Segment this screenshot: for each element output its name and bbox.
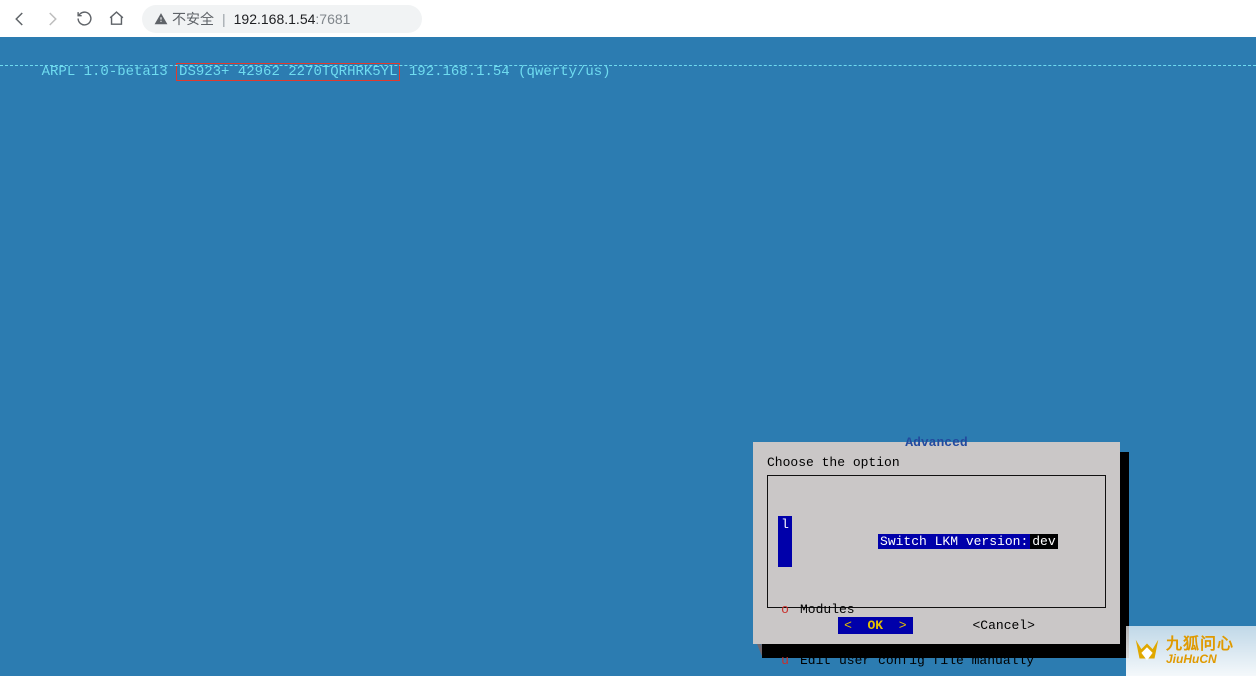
terminal-viewport[interactable]: ARPL 1.0-beta13 DS923+ 42962 2270TQRHRK5…: [0, 37, 1256, 676]
menu-label: Edit user config file manually: [800, 652, 1095, 669]
menu-label: Modules: [800, 601, 1095, 618]
dialog-buttons: < OK > <Cancel>: [753, 617, 1120, 634]
dialog-title: Advanced: [753, 434, 1120, 451]
fox-icon: [1132, 636, 1162, 666]
dialog-menu: l Switch LKM version:dev o Modules u Edi…: [767, 475, 1106, 608]
advanced-dialog: Advanced Choose the option l Switch LKM …: [753, 442, 1120, 644]
browser-toolbar: 不安全 | 192.168.1.54:7681: [0, 0, 1256, 37]
arpl-version: ARPL 1.0-beta13: [42, 64, 168, 80]
menu-item-modules[interactable]: o Modules: [776, 601, 1097, 618]
menu-label-value: dev: [1030, 534, 1057, 549]
menu-item-edit-config[interactable]: u Edit user config file manually: [776, 652, 1097, 669]
terminal-status-line: ARPL 1.0-beta13 DS923+ 42962 2270TQRHRK5…: [8, 47, 611, 97]
back-icon[interactable]: [6, 5, 34, 33]
insecure-badge: 不安全: [154, 9, 214, 29]
brand-en: JiuHuCN: [1166, 653, 1234, 665]
forward-icon[interactable]: [38, 5, 66, 33]
brand-cn: 九狐问心: [1166, 637, 1234, 653]
address-bar[interactable]: 不安全 | 192.168.1.54:7681: [142, 5, 422, 33]
dialog-prompt: Choose the option: [767, 454, 900, 471]
menu-key: l: [778, 516, 792, 567]
omnibox-separator: |: [222, 11, 226, 27]
reload-icon[interactable]: [70, 5, 98, 33]
menu-item-switch-lkm[interactable]: l Switch LKM version:dev: [776, 516, 1097, 567]
menu-key: u: [778, 652, 792, 669]
home-icon[interactable]: [102, 5, 130, 33]
menu-key: o: [778, 601, 792, 618]
ok-button[interactable]: < OK >: [838, 617, 912, 634]
url-port: :7681: [315, 11, 350, 27]
brand-badge: 九狐问心 JiuHuCN: [1126, 626, 1256, 676]
ip-keyboard: 192.168.1.54 (qwerty/us): [409, 64, 611, 80]
menu-label-prefix: Switch LKM version:: [878, 534, 1030, 549]
warning-icon: [154, 12, 168, 26]
insecure-label: 不安全: [172, 9, 214, 29]
cancel-button[interactable]: <Cancel>: [973, 617, 1035, 634]
url-host: 192.168.1.54: [234, 11, 316, 27]
terminal-divider: [0, 65, 1256, 66]
